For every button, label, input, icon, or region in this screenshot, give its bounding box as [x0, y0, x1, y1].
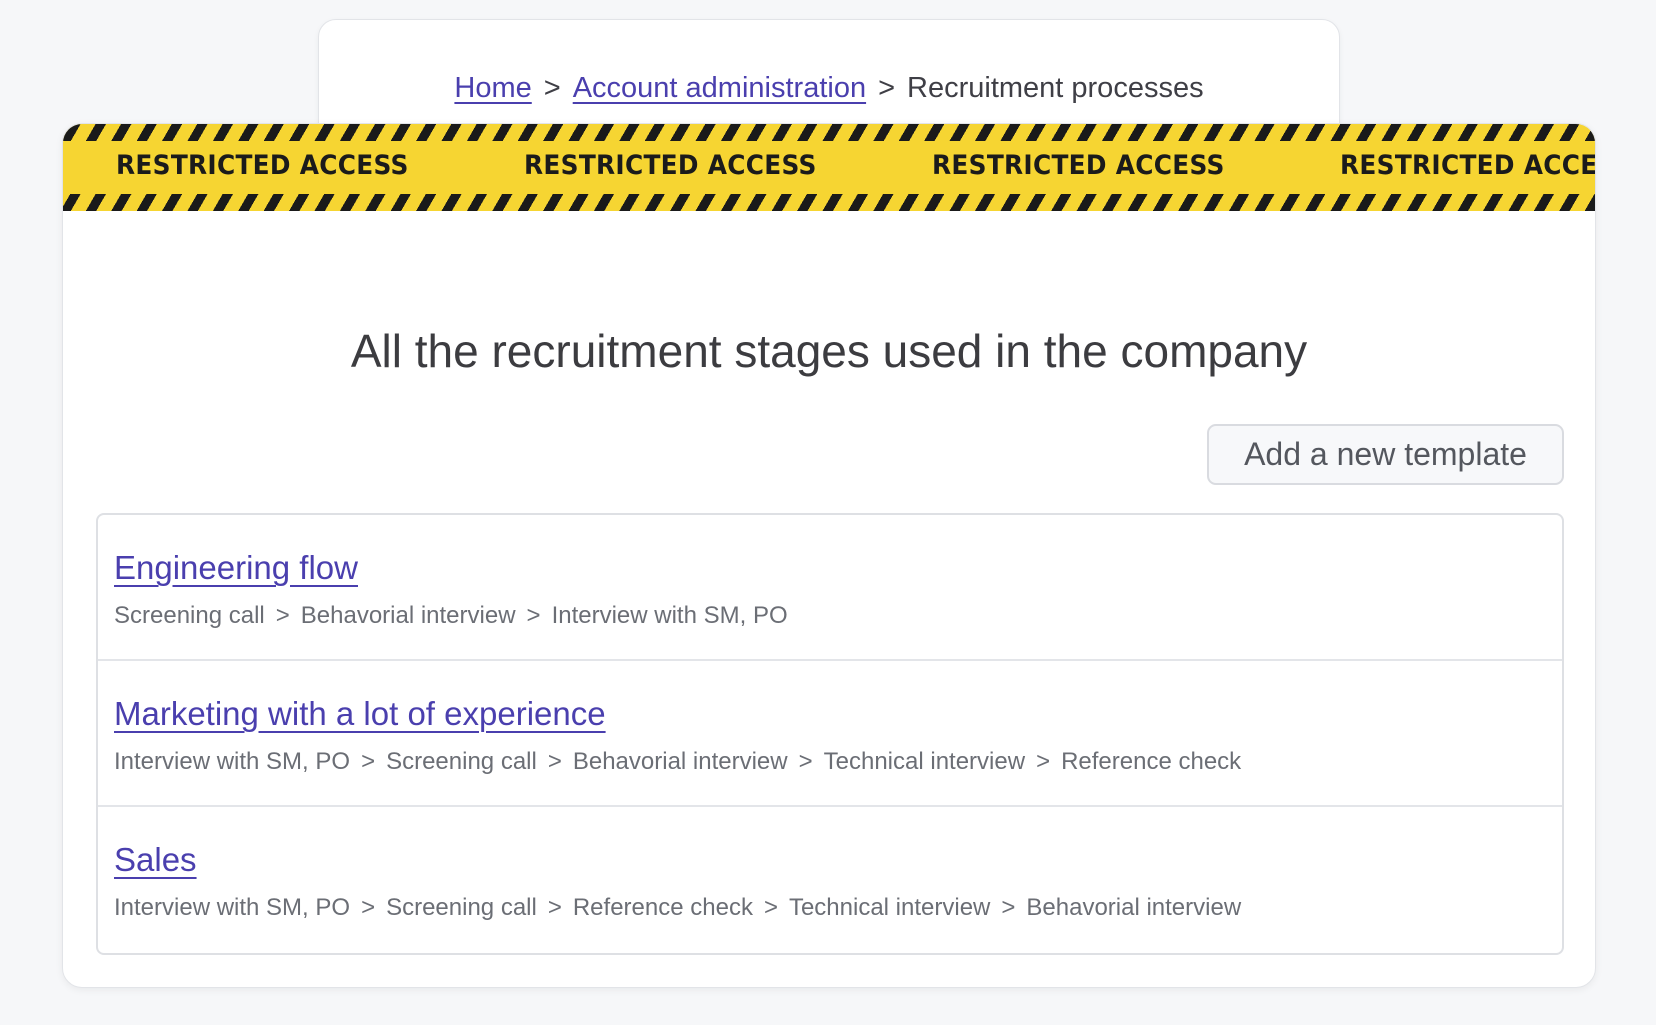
page-title: All the recruitment stages used in the c… [350, 325, 1308, 377]
main-card: RESTRICTED ACCESS RESTRICTED ACCESS REST… [62, 123, 1596, 988]
stage-separator: > [526, 602, 541, 629]
stage-label: Interview with SM, PO [114, 748, 351, 775]
stage-label: Behavorial interview [300, 602, 516, 629]
template-link-sales[interactable]: Sales [114, 841, 197, 879]
breadcrumb-current: Recruitment processes [907, 72, 1204, 104]
stage-label: Technical interview [788, 894, 991, 921]
restricted-access-label: RESTRICTED ACCESS [932, 150, 1225, 181]
stage-separator: > [275, 602, 290, 629]
template-link-engineering-flow[interactable]: Engineering flow [114, 549, 358, 587]
stage-label: Behavorial interview [572, 748, 788, 775]
stage-separator: > [361, 894, 376, 921]
stage-separator: > [361, 748, 376, 775]
hazard-stripe-top [63, 124, 1595, 141]
stage-label: Screening call [386, 894, 537, 921]
restricted-access-label: RESTRICTED ACCESS [524, 150, 817, 181]
breadcrumb: Home > Account administration > Recruitment … [319, 72, 1339, 105]
stage-label: Screening call [386, 748, 537, 775]
restricted-access-banner: RESTRICTED ACCESS RESTRICTED ACCESS REST… [63, 124, 1595, 211]
stage-label: Behavorial interview [1026, 894, 1242, 921]
stage-separator: > [1001, 894, 1016, 921]
template-row: Sales Interview with SM, PO > Screening ca… [98, 807, 1562, 953]
stage-label: Interview with SM, PO [551, 602, 788, 629]
stage-label: Reference check [572, 894, 753, 921]
restricted-access-label: RESTRICTED ACCESS [1340, 150, 1595, 181]
stage-label: Interview with SM, PO [114, 894, 351, 921]
template-stages: Interview with SM, PO > Screening call > Beh… [114, 748, 1241, 776]
template-list: Engineering flow Screening call > Behavori… [96, 513, 1564, 955]
stage-separator: > [763, 894, 778, 921]
template-row: Engineering flow Screening call > Behavori… [98, 515, 1562, 661]
hazard-stripe-bottom [63, 194, 1595, 211]
stage-separator: > [547, 894, 562, 921]
stage-label: Technical interview [823, 748, 1026, 775]
template-link-marketing[interactable]: Marketing with a lot of experience [114, 695, 606, 733]
stage-separator: > [547, 748, 562, 775]
breadcrumb-separator: > [543, 72, 561, 104]
template-row: Marketing with a lot of experience Inter… [98, 661, 1562, 807]
restricted-access-label: RESTRICTED ACCESS [116, 150, 409, 181]
breadcrumb-account-administration-link[interactable]: Account administration [573, 72, 866, 104]
stage-label: Screening call [114, 602, 265, 629]
stage-label: Reference check [1061, 748, 1242, 775]
template-stages: Screening call > Behavorial interview > Inte… [114, 602, 788, 630]
stage-separator: > [798, 748, 813, 775]
breadcrumb-home-link[interactable]: Home [454, 72, 531, 104]
breadcrumb-separator: > [878, 72, 896, 104]
stage-separator: > [1036, 748, 1051, 775]
add-template-button[interactable]: Add a new template [1207, 424, 1564, 485]
template-stages: Interview with SM, PO > Screening call > Ref… [114, 894, 1241, 922]
